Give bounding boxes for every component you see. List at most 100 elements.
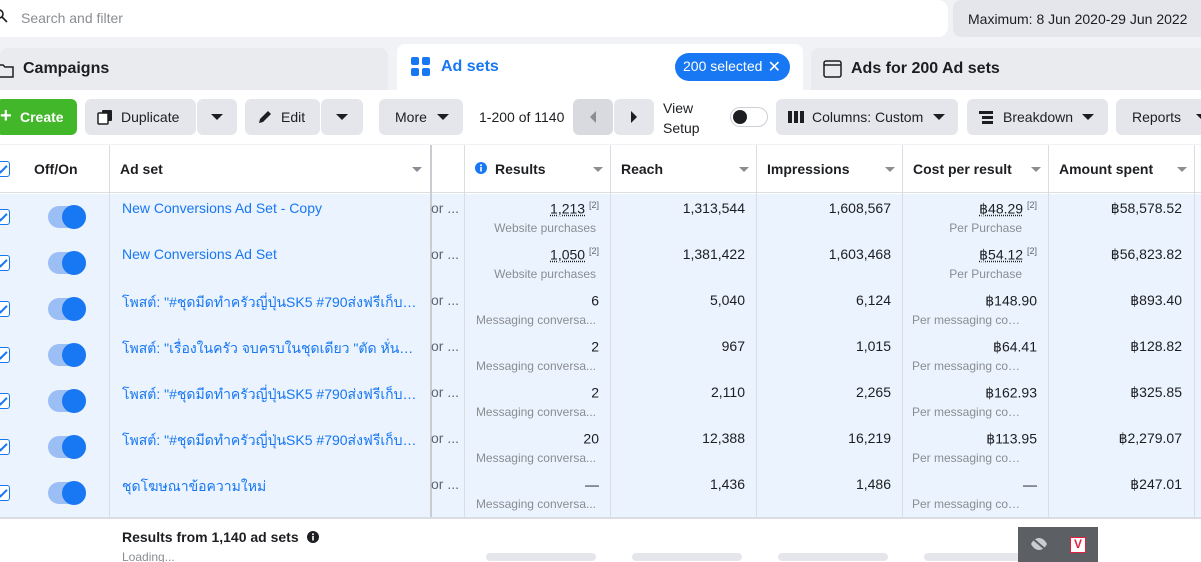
col-adset[interactable]: Ad set [120,161,163,177]
results-summary: Results from 1,140 ad sets [122,529,319,545]
results-number: — [585,476,599,493]
row-toggle[interactable] [48,481,86,505]
row-checkbox[interactable] [0,255,10,271]
adset-name-link[interactable]: New Conversions Ad Set [122,246,417,262]
sort-caret-icon[interactable] [1177,167,1187,172]
view-setup-toggle[interactable] [730,107,768,127]
duplicate-button[interactable]: Duplicate [85,99,196,135]
more-button[interactable]: More [379,99,463,135]
chevron-down-icon [336,114,348,120]
col-cost[interactable]: Cost per result [913,161,1012,177]
extension-overlay[interactable]: V [1018,527,1098,562]
sort-caret-icon[interactable] [1031,167,1041,172]
reports-label: Reports [1132,109,1182,125]
row-toggle[interactable] [48,435,86,459]
breakdown-button[interactable]: Breakdown [967,99,1108,135]
duplicate-dropdown[interactable] [197,99,237,135]
cost-number: ฿48.29 [979,200,1024,217]
cost-value: ฿148.90 [912,292,1037,310]
cost-subtitle: Per Purchase [949,221,1022,235]
col-results[interactable]: Results [495,161,546,177]
partial-cell: or ... [431,476,460,492]
info-icon[interactable] [475,162,487,174]
row-checkbox[interactable] [0,209,10,225]
reach-value: 967 [721,338,745,354]
reports-button[interactable]: Reports [1116,99,1201,135]
results-subtitle: Website purchases [494,221,596,235]
tab-ads[interactable]: Ads for 200 Ad sets [811,48,1201,90]
sort-caret-icon[interactable] [739,167,749,172]
table-row[interactable]: New Conversions Ad Set - Copy or ... 1,213… [0,194,1201,240]
view-setup-line1: View [663,100,694,116]
tab-adsets[interactable]: Ad sets 200 selected ✕ [397,44,803,92]
table-row[interactable]: โพสต์: "#ชุดมีดทำครัวญี่ปุ่นSK5 #790ส่งฟ… [0,378,1201,424]
adset-name-link[interactable]: ชุดโฆษณาข้อความใหม่ [122,476,417,498]
results-value: 6 [470,292,599,309]
search-input[interactable]: Search and filter [21,10,123,26]
close-icon[interactable]: ✕ [768,57,781,77]
columns-button[interactable]: Columns: Custom [776,99,958,135]
tab-campaigns[interactable]: Campaigns [0,48,388,90]
date-range-picker[interactable]: Maximum: 8 Jun 2020-29 Jun 2022 [953,0,1201,37]
impressions-value: 16,219 [848,430,891,446]
col-amount[interactable]: Amount spent [1059,161,1153,177]
results-summary-text: Results from 1,140 ad sets [122,529,299,545]
row-toggle[interactable] [48,389,86,413]
select-all-checkbox[interactable] [0,161,10,177]
table-row[interactable]: ชุดโฆษณาข้อความใหม่ or ... — Messaging con… [0,470,1201,516]
row-toggle[interactable] [48,343,86,367]
row-toggle[interactable] [48,297,86,321]
toggle-knob [62,435,86,459]
sort-caret-icon[interactable] [885,167,895,172]
adset-name-link[interactable]: โพสต์: "เรื่องในครัว จบครบในชุดเดียว "ตั… [122,338,417,360]
create-button[interactable]: + Create [0,99,77,135]
col-impressions[interactable]: Impressions [767,161,849,177]
row-toggle[interactable] [48,251,86,275]
adset-name-link[interactable]: โพสต์: "#ชุดมีดทำครัวญี่ปุ่นSK5 #790ส่งฟ… [122,430,417,452]
adset-name-link[interactable]: โพสต์: "#ชุดมีดทำครัวญี่ปุ่นSK5 #790ส่งฟ… [122,384,417,406]
results-subtitle: Messaging conversa... [475,405,596,419]
edit-button[interactable]: Edit [245,99,320,135]
col-reach[interactable]: Reach [621,161,663,177]
impressions-value: 2,265 [855,384,891,400]
chevron-down-icon [437,114,449,120]
cost-value: ฿64.41 [912,338,1037,356]
row-checkbox[interactable] [0,347,10,363]
table-row[interactable]: New Conversions Ad Set or ... 1,050 [2] Web… [0,240,1201,286]
row-checkbox[interactable] [0,301,10,317]
sort-caret-icon[interactable] [593,167,603,172]
partial-cell: or ... [431,292,460,308]
row-toggle[interactable] [48,205,86,229]
amount-value: ฿56,823.82 [1110,246,1182,262]
edit-dropdown[interactable] [321,99,363,135]
table-header: Off/On Ad set Results Reach Impressions … [0,145,1201,193]
duplicate-label: Duplicate [121,109,180,125]
results-number: 2 [591,338,599,355]
toggle-knob [62,251,86,275]
selected-badge[interactable]: 200 selected ✕ [675,53,790,81]
cost-value: ฿162.93 [912,384,1037,402]
adsets-table: Off/On Ad set Results Reach Impressions … [0,145,1201,562]
sort-caret-icon[interactable] [412,167,422,172]
impressions-value: 1,015 [855,338,891,354]
next-page-button[interactable] [614,99,654,135]
eye-off-icon[interactable] [1030,537,1048,551]
adset-name-link[interactable]: โพสต์: "#ชุดมีดทำครัวญี่ปุ่นSK5 #790ส่งฟ… [122,292,417,314]
row-checkbox[interactable] [0,439,10,455]
row-checkbox[interactable] [0,393,10,409]
row-checkbox[interactable] [0,485,10,501]
info-icon[interactable] [306,531,319,543]
search-bar[interactable]: Search and filter [0,0,948,37]
results-value: — [470,476,599,493]
amount-value: ฿247.01 [1130,476,1182,492]
extension-v-icon[interactable]: V [1070,537,1086,553]
col-onoff[interactable]: Off/On [34,161,78,177]
table-row[interactable]: โพสต์: "#ชุดมีดทำครัวญี่ปุ่นSK5 #790ส่งฟ… [0,286,1201,332]
table-row[interactable]: โพสต์: "เรื่องในครัว จบครบในชุดเดียว "ตั… [0,332,1201,378]
results-footnote: [2] [588,200,599,210]
loading-skeleton [486,553,596,561]
table-row[interactable]: โพสต์: "#ชุดมีดทำครัวญี่ปุ่นSK5 #790ส่งฟ… [0,424,1201,470]
adset-name-link[interactable]: New Conversions Ad Set - Copy [122,200,417,216]
prev-page-button[interactable] [573,99,613,135]
cost-subtitle: Per messaging conv... [912,497,1022,511]
